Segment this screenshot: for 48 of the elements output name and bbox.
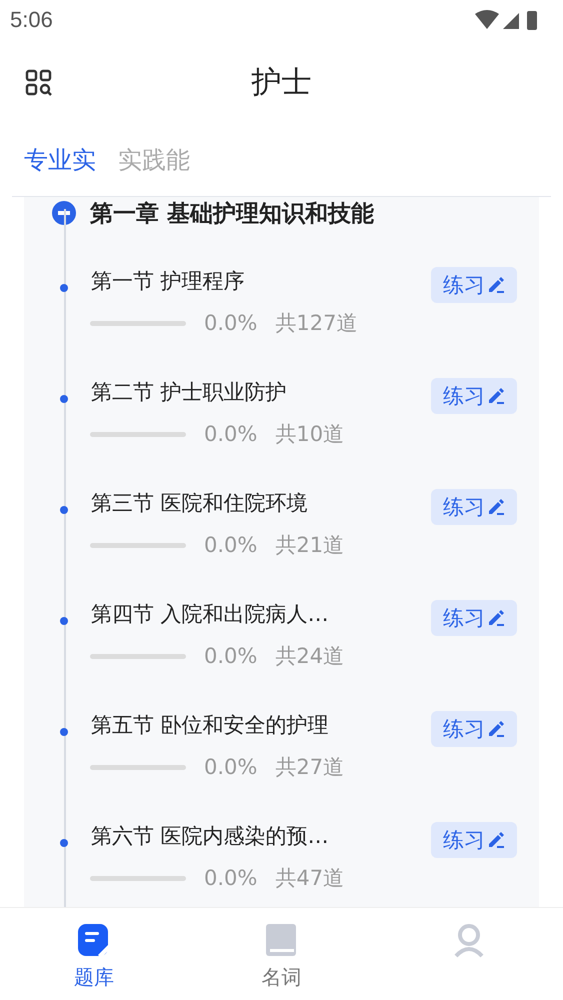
bullet-dot xyxy=(60,728,68,736)
practice-button[interactable]: 练习 xyxy=(431,822,517,858)
pencil-icon xyxy=(487,276,505,294)
question-count: 共21道 xyxy=(275,532,344,559)
collapse-icon[interactable] xyxy=(52,201,76,225)
pencil-icon xyxy=(487,720,505,738)
section-title: 第六节 医院内感染的预… xyxy=(91,823,330,850)
section-title: 第三节 医院和住院环境 xyxy=(91,490,309,517)
question-count: 共10道 xyxy=(275,421,344,448)
question-count: 共27道 xyxy=(275,754,344,781)
nav-tab[interactable]: 名词 xyxy=(221,908,342,1000)
chapter-title: 第一章 基础护理知识和技能 xyxy=(90,200,374,228)
tab[interactable]: 专业实 xyxy=(24,143,96,177)
signal-icon xyxy=(503,13,519,29)
menu-button[interactable] xyxy=(24,68,54,98)
bullet-dot xyxy=(60,506,68,514)
practice-button[interactable]: 练习 xyxy=(431,711,517,747)
bullet-dot xyxy=(60,284,68,292)
bullet-dot xyxy=(60,395,68,403)
progress-percent: 0.0% xyxy=(204,422,258,446)
section-title: 第五节 卧位和安全的护理 xyxy=(91,712,330,739)
pencil-icon xyxy=(487,609,505,627)
tab[interactable]: 实践能 xyxy=(118,143,190,177)
pencil-icon xyxy=(487,387,505,405)
section-title: 第二节 护士职业防护 xyxy=(91,379,288,406)
wifi-icon xyxy=(475,10,499,29)
battery-icon xyxy=(527,11,537,30)
section-title: 第四节 入院和出院病人… xyxy=(91,601,330,628)
practice-button[interactable]: 练习 xyxy=(431,378,517,414)
page-title: 护士 xyxy=(252,64,312,102)
status-time: 5:06 xyxy=(10,7,53,33)
progress-percent: 0.0% xyxy=(204,755,258,779)
bullet-dot xyxy=(60,839,68,847)
pencil-icon xyxy=(487,498,505,516)
practice-button[interactable]: 练习 xyxy=(431,489,517,525)
nav-tab[interactable]: 题库 xyxy=(34,908,154,1000)
progress-percent: 0.0% xyxy=(204,533,258,557)
practice-button[interactable]: 练习 xyxy=(431,600,517,636)
question-count: 共24道 xyxy=(275,643,344,670)
progress-percent: 0.0% xyxy=(204,311,258,335)
section-title: 第一节 护理程序 xyxy=(91,268,246,295)
practice-button[interactable]: 练习 xyxy=(431,267,517,303)
question-count: 共127道 xyxy=(275,310,358,337)
question-count: 共47道 xyxy=(275,865,344,892)
progress-percent: 0.0% xyxy=(204,866,258,890)
pencil-icon xyxy=(487,831,505,849)
bullet-dot xyxy=(60,617,68,625)
progress-percent: 0.0% xyxy=(204,644,258,668)
